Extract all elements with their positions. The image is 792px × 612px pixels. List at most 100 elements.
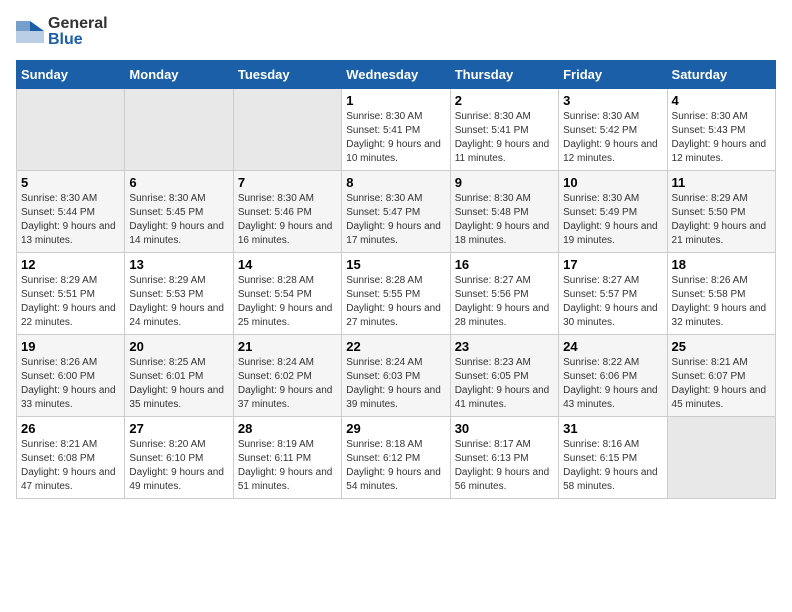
calendar-week-row: 5 Sunrise: 8:30 AM Sunset: 5:44 PM Daylig… (17, 171, 776, 253)
day-number: 12 (21, 257, 120, 272)
day-info: Sunrise: 8:26 AM Sunset: 6:00 PM Dayligh… (21, 356, 120, 412)
day-number: 17 (563, 257, 662, 272)
day-number: 16 (455, 257, 554, 272)
calendar-week-row: 1Sunrise: 8:30 AM Sunset: 5:41 PM Daylig… (17, 89, 776, 171)
calendar-cell: 7 Sunrise: 8:30 AM Sunset: 5:46 PM Daylig… (233, 171, 341, 253)
day-info: Sunrise: 8:30 AM Sunset: 5:41 PM Dayligh… (346, 110, 445, 166)
calendar-cell: 31Sunrise: 8:16 AM Sunset: 6:15 PM Dayli… (559, 417, 667, 499)
day-info: Sunrise: 8:21 AM Sunset: 6:08 PM Dayligh… (21, 438, 120, 494)
header-monday: Monday (125, 61, 233, 89)
day-info: Sunrise: 8:21 AM Sunset: 6:07 PM Dayligh… (672, 356, 771, 412)
header-friday: Friday (559, 61, 667, 89)
calendar-table: SundayMondayTuesdayWednesdayThursdayFrid… (16, 60, 776, 499)
calendar-cell: 17 Sunrise: 8:27 AM Sunset: 5:57 PM Dayli… (559, 253, 667, 335)
logo: General Blue (16, 16, 108, 48)
header-saturday: Saturday (667, 61, 775, 89)
day-number: 11 (672, 175, 771, 190)
calendar-cell: 21Sunrise: 8:24 AM Sunset: 6:02 PM Dayli… (233, 335, 341, 417)
day-number: 9 (455, 175, 554, 190)
day-number: 23 (455, 339, 554, 354)
header-tuesday: Tuesday (233, 61, 341, 89)
calendar-cell: 11 Sunrise: 8:29 AM Sunset: 5:50 PM Dayli… (667, 171, 775, 253)
calendar-cell: 18Sunrise: 8:26 AM Sunset: 5:58 PM Dayli… (667, 253, 775, 335)
day-number: 7 (238, 175, 337, 190)
day-info: Sunrise: 8:28 AM Sunset: 5:54 PM Dayligh… (238, 274, 337, 330)
header-thursday: Thursday (450, 61, 558, 89)
day-info: Sunrise: 8:23 AM Sunset: 6:05 PM Dayligh… (455, 356, 554, 412)
day-info: Sunrise: 8:17 AM Sunset: 6:13 PM Dayligh… (455, 438, 554, 494)
calendar-cell (667, 417, 775, 499)
calendar-cell: 2 Sunrise: 8:30 AM Sunset: 5:41 PM Daylig… (450, 89, 558, 171)
calendar-cell: 10 Sunrise: 8:30 AM Sunset: 5:49 PM Dayli… (559, 171, 667, 253)
day-number: 25 (672, 339, 771, 354)
day-info: Sunrise: 8:30 AM Sunset: 5:46 PM Dayligh… (238, 192, 337, 248)
day-info: Sunrise: 8:29 AM Sunset: 5:53 PM Dayligh… (129, 274, 228, 330)
day-number: 24 (563, 339, 662, 354)
day-number: 10 (563, 175, 662, 190)
calendar-cell: 15Sunrise: 8:28 AM Sunset: 5:55 PM Dayli… (342, 253, 450, 335)
day-number: 30 (455, 421, 554, 436)
calendar-cell: 13 Sunrise: 8:29 AM Sunset: 5:53 PM Dayli… (125, 253, 233, 335)
day-number: 22 (346, 339, 445, 354)
calendar-cell: 22 Sunrise: 8:24 AM Sunset: 6:03 PM Dayli… (342, 335, 450, 417)
calendar-cell: 9 Sunrise: 8:30 AM Sunset: 5:48 PM Daylig… (450, 171, 558, 253)
calendar-cell: 4 Sunrise: 8:30 AM Sunset: 5:43 PM Daylig… (667, 89, 775, 171)
calendar-cell: 16 Sunrise: 8:27 AM Sunset: 5:56 PM Dayli… (450, 253, 558, 335)
header-sunday: Sunday (17, 61, 125, 89)
day-info: Sunrise: 8:24 AM Sunset: 6:02 PM Dayligh… (238, 356, 337, 412)
calendar-cell: 24 Sunrise: 8:22 AM Sunset: 6:06 PM Dayli… (559, 335, 667, 417)
calendar-cell: 29Sunrise: 8:18 AM Sunset: 6:12 PM Dayli… (342, 417, 450, 499)
page-header: General Blue (16, 16, 776, 48)
day-info: Sunrise: 8:30 AM Sunset: 5:42 PM Dayligh… (563, 110, 662, 166)
day-info: Sunrise: 8:30 AM Sunset: 5:48 PM Dayligh… (455, 192, 554, 248)
calendar-cell: 1Sunrise: 8:30 AM Sunset: 5:41 PM Daylig… (342, 89, 450, 171)
day-number: 28 (238, 421, 337, 436)
day-info: Sunrise: 8:28 AM Sunset: 5:55 PM Dayligh… (346, 274, 445, 330)
day-number: 14 (238, 257, 337, 272)
day-info: Sunrise: 8:30 AM Sunset: 5:44 PM Dayligh… (21, 192, 120, 248)
day-info: Sunrise: 8:18 AM Sunset: 6:12 PM Dayligh… (346, 438, 445, 494)
day-info: Sunrise: 8:30 AM Sunset: 5:49 PM Dayligh… (563, 192, 662, 248)
day-info: Sunrise: 8:24 AM Sunset: 6:03 PM Dayligh… (346, 356, 445, 412)
day-number: 5 (21, 175, 120, 190)
calendar-header-row: SundayMondayTuesdayWednesdayThursdayFrid… (17, 61, 776, 89)
calendar-cell: 5 Sunrise: 8:30 AM Sunset: 5:44 PM Daylig… (17, 171, 125, 253)
calendar-cell: 3 Sunrise: 8:30 AM Sunset: 5:42 PM Daylig… (559, 89, 667, 171)
calendar-week-row: 26 Sunrise: 8:21 AM Sunset: 6:08 PM Dayli… (17, 417, 776, 499)
day-number: 3 (563, 93, 662, 108)
calendar-cell: 26 Sunrise: 8:21 AM Sunset: 6:08 PM Dayli… (17, 417, 125, 499)
day-info: Sunrise: 8:22 AM Sunset: 6:06 PM Dayligh… (563, 356, 662, 412)
calendar-cell: 23 Sunrise: 8:23 AM Sunset: 6:05 PM Dayli… (450, 335, 558, 417)
calendar-cell: 8Sunrise: 8:30 AM Sunset: 5:47 PM Daylig… (342, 171, 450, 253)
day-number: 26 (21, 421, 120, 436)
day-number: 13 (129, 257, 228, 272)
calendar-cell (233, 89, 341, 171)
logo-icon (16, 21, 44, 43)
day-info: Sunrise: 8:29 AM Sunset: 5:50 PM Dayligh… (672, 192, 771, 248)
calendar-cell: 28 Sunrise: 8:19 AM Sunset: 6:11 PM Dayli… (233, 417, 341, 499)
calendar-week-row: 19 Sunrise: 8:26 AM Sunset: 6:00 PM Dayli… (17, 335, 776, 417)
calendar-cell (17, 89, 125, 171)
calendar-cell: 14 Sunrise: 8:28 AM Sunset: 5:54 PM Dayli… (233, 253, 341, 335)
day-number: 4 (672, 93, 771, 108)
logo-general-text: General (48, 15, 108, 32)
day-info: Sunrise: 8:27 AM Sunset: 5:57 PM Dayligh… (563, 274, 662, 330)
day-number: 2 (455, 93, 554, 108)
day-info: Sunrise: 8:26 AM Sunset: 5:58 PM Dayligh… (672, 274, 771, 330)
day-info: Sunrise: 8:30 AM Sunset: 5:43 PM Dayligh… (672, 110, 771, 166)
day-info: Sunrise: 8:19 AM Sunset: 6:11 PM Dayligh… (238, 438, 337, 494)
day-info: Sunrise: 8:29 AM Sunset: 5:51 PM Dayligh… (21, 274, 120, 330)
day-number: 8 (346, 175, 445, 190)
calendar-cell: 20Sunrise: 8:25 AM Sunset: 6:01 PM Dayli… (125, 335, 233, 417)
day-info: Sunrise: 8:30 AM Sunset: 5:45 PM Dayligh… (129, 192, 228, 248)
day-number: 6 (129, 175, 228, 190)
day-number: 19 (21, 339, 120, 354)
calendar-cell: 6 Sunrise: 8:30 AM Sunset: 5:45 PM Daylig… (125, 171, 233, 253)
calendar-cell: 27Sunrise: 8:20 AM Sunset: 6:10 PM Dayli… (125, 417, 233, 499)
header-wednesday: Wednesday (342, 61, 450, 89)
day-info: Sunrise: 8:30 AM Sunset: 5:41 PM Dayligh… (455, 110, 554, 166)
calendar-cell: 19 Sunrise: 8:26 AM Sunset: 6:00 PM Dayli… (17, 335, 125, 417)
logo-blue-text: Blue (48, 31, 83, 48)
calendar-week-row: 12 Sunrise: 8:29 AM Sunset: 5:51 PM Dayli… (17, 253, 776, 335)
day-info: Sunrise: 8:27 AM Sunset: 5:56 PM Dayligh… (455, 274, 554, 330)
